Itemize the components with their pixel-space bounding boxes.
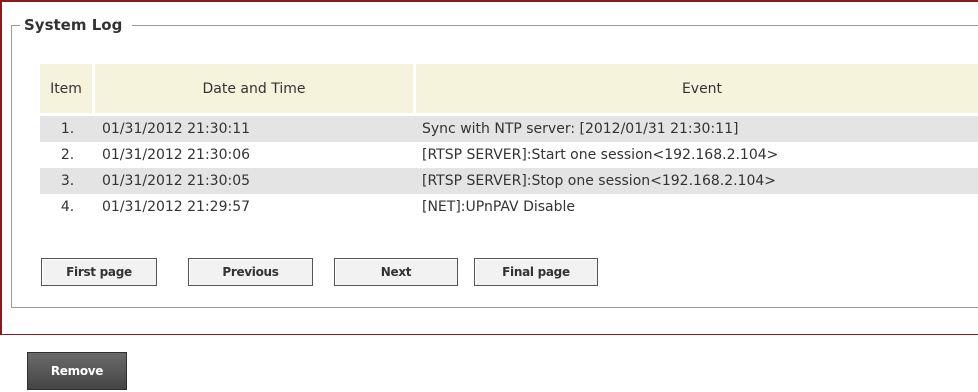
row-item-number: 4. xyxy=(60,199,75,215)
table-row: 3. 01/31/2012 21:30:05 [RTSP SERVER]:Sto… xyxy=(40,168,978,194)
row-item-number: 1. xyxy=(40,113,95,142)
table-row: 4. 01/31/2012 21:29:57 [NET]:UPnPAV Disa… xyxy=(40,194,978,220)
row-event: [RTSP SERVER]:Stop one session<192.168.2… xyxy=(416,168,978,194)
first-page-button[interactable]: First page xyxy=(41,258,157,286)
table-header-row: Item Date and Time Event xyxy=(40,64,978,113)
next-page-button[interactable]: Next xyxy=(334,258,458,286)
column-header-event: Event xyxy=(416,64,978,113)
final-page-button[interactable]: Final page xyxy=(474,258,598,286)
row-datetime: 01/31/2012 21:30:05 xyxy=(95,168,416,194)
column-header-item: Item xyxy=(40,64,95,113)
row-event: [RTSP SERVER]:Start one session<192.168.… xyxy=(422,147,779,163)
table-row: 1. 01/31/2012 21:30:11 Sync with NTP ser… xyxy=(40,113,978,142)
row-event: [NET]:UPnPAV Disable xyxy=(422,199,576,215)
window-bottom-border xyxy=(0,334,978,335)
column-header-datetime: Date and Time xyxy=(95,64,416,113)
row-event: Sync with NTP server: [2012/01/31 21:30:… xyxy=(416,113,978,142)
previous-page-button[interactable]: Previous xyxy=(188,258,313,286)
row-datetime: 01/31/2012 21:30:06 xyxy=(102,147,251,163)
row-datetime: 01/31/2012 21:29:57 xyxy=(102,199,251,215)
window-left-border xyxy=(0,0,2,335)
log-table: Item Date and Time Event 1. 01/31/2012 2… xyxy=(40,64,978,220)
row-item-number: 2. xyxy=(60,147,75,163)
window-top-border xyxy=(0,0,978,2)
table-row: 2. 01/31/2012 21:30:06 [RTSP SERVER]:Sta… xyxy=(40,142,978,168)
remove-button[interactable]: Remove xyxy=(27,352,127,390)
panel-title: System Log xyxy=(24,16,123,34)
row-item-number: 3. xyxy=(40,168,95,194)
row-datetime: 01/31/2012 21:30:11 xyxy=(95,113,416,142)
